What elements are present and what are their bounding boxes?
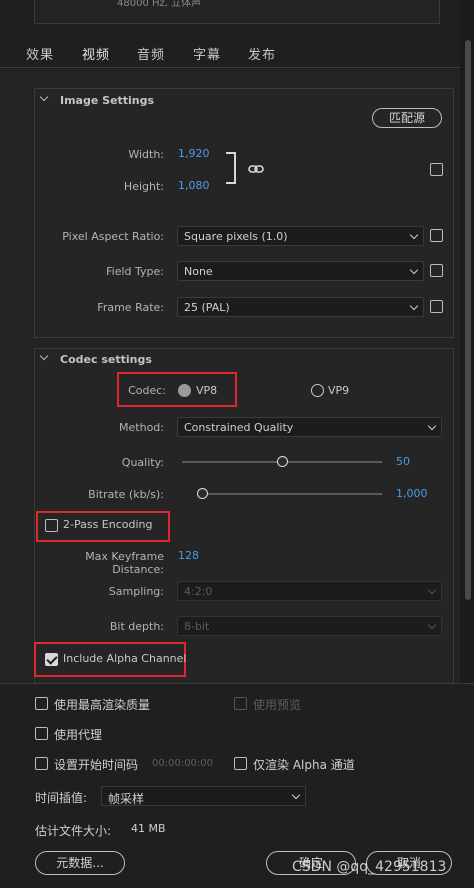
- tab-audio[interactable]: 音频: [137, 44, 165, 63]
- include-alpha-label[interactable]: Include Alpha Channel: [63, 652, 186, 665]
- bitrate-label: Bitrate (kb/s):: [88, 488, 164, 501]
- codec-vp8-label[interactable]: VP8: [196, 384, 217, 397]
- max-render-quality-checkbox[interactable]: [35, 697, 48, 710]
- tab-bar: 效果 视频 音频 字幕 发布: [0, 38, 460, 72]
- frame-rate-label: Frame Rate:: [97, 301, 164, 314]
- field-type-dropdown[interactable]: None: [177, 261, 424, 281]
- codec-settings-title: Codec settings: [60, 353, 152, 366]
- par-label: Pixel Aspect Ratio:: [62, 230, 164, 243]
- field-type-label: Field Type:: [106, 265, 164, 278]
- quality-value[interactable]: 50: [396, 455, 410, 468]
- use-proxy-label[interactable]: 使用代理: [54, 726, 102, 743]
- bit-depth-dropdown: 8-bit: [177, 616, 442, 636]
- include-alpha-checkbox[interactable]: [45, 653, 58, 666]
- max-keyframe-value[interactable]: 128: [178, 549, 199, 562]
- metadata-button[interactable]: 元数据...: [35, 851, 125, 875]
- field-type-override-checkbox[interactable]: [430, 264, 443, 277]
- height-value[interactable]: 1,080: [178, 179, 210, 192]
- time-interpolation-dropdown[interactable]: 帧采样: [101, 786, 306, 806]
- use-preview-label: 使用预览: [253, 698, 302, 712]
- chevron-down-icon: [427, 585, 437, 595]
- par-value: Square pixels (1.0): [184, 230, 288, 243]
- frame-rate-value: 25 (PAL): [184, 301, 230, 314]
- tab-video[interactable]: 视频: [79, 44, 113, 72]
- chevron-down-icon: [291, 790, 301, 800]
- use-preview-checkbox: [234, 697, 247, 710]
- estimated-size-value: 41 MB: [131, 822, 166, 835]
- codec-label: Codec:: [128, 384, 166, 397]
- bitrate-slider-track[interactable]: [197, 493, 382, 495]
- bit-depth-value: 8-bit: [184, 620, 210, 633]
- scrollbar-thumb[interactable]: [465, 40, 471, 600]
- sampling-value: 4:2:0: [184, 585, 213, 598]
- par-override-checkbox[interactable]: [430, 229, 443, 242]
- chevron-down-icon: [427, 421, 437, 431]
- tab-publish[interactable]: 发布: [248, 44, 276, 63]
- audio-summary-text: 48000 Hz, 立体声: [117, 0, 202, 9]
- width-label: Width:: [128, 148, 164, 161]
- match-source-button[interactable]: 匹配源: [372, 108, 442, 128]
- chevron-down-icon: [409, 301, 419, 311]
- image-settings-title: Image Settings: [60, 94, 155, 107]
- field-type-value: None: [184, 265, 213, 278]
- quality-slider-thumb[interactable]: [277, 456, 288, 467]
- audio-summary-panel: 48000 Hz, 立体声: [34, 0, 440, 24]
- bitrate-slider-thumb[interactable]: [197, 488, 208, 499]
- start-timecode-value: 00:00:00:00: [152, 758, 214, 769]
- par-dropdown[interactable]: Square pixels (1.0): [177, 226, 424, 246]
- sampling-label: Sampling:: [108, 585, 164, 598]
- chevron-down-icon: [409, 265, 419, 275]
- set-start-timecode-checkbox[interactable]: [35, 757, 48, 770]
- max-render-quality-label[interactable]: 使用最高渲染质量: [54, 696, 150, 713]
- codec-vp9-radio[interactable]: [311, 384, 324, 397]
- time-interpolation-label: 时间插值:: [35, 791, 88, 805]
- two-pass-checkbox[interactable]: [45, 519, 58, 532]
- render-alpha-only-label[interactable]: 仅渲染 Alpha 通道: [253, 756, 355, 773]
- method-value: Constrained Quality: [184, 421, 294, 434]
- bit-depth-label: Bit depth:: [109, 620, 164, 633]
- watermark: CSDN @qq_42951813: [292, 859, 447, 875]
- frame-rate-override-checkbox[interactable]: [430, 300, 443, 313]
- codec-vp8-radio[interactable]: [178, 384, 191, 397]
- method-label: Method:: [119, 421, 164, 434]
- codec-vp9-label[interactable]: VP9: [328, 384, 349, 397]
- method-dropdown[interactable]: Constrained Quality: [177, 417, 442, 437]
- max-keyframe-label: Max Keyframe Distance:: [85, 550, 164, 576]
- sampling-dropdown: 4:2:0: [177, 581, 442, 601]
- estimated-size-label: 估计文件大小:: [35, 824, 112, 838]
- frame-rate-dropdown[interactable]: 25 (PAL): [177, 297, 424, 317]
- chevron-down-icon: [427, 620, 437, 630]
- use-proxy-checkbox[interactable]: [35, 727, 48, 740]
- tab-effects[interactable]: 效果: [26, 44, 54, 63]
- set-start-timecode-label[interactable]: 设置开始时间码: [54, 756, 138, 773]
- quality-label: Quality:: [121, 456, 164, 469]
- time-interpolation-value: 帧采样: [108, 792, 145, 806]
- bitrate-value[interactable]: 1,000: [396, 487, 428, 500]
- height-label: Height:: [123, 180, 164, 193]
- dimension-link-bracket: [226, 152, 236, 184]
- width-value[interactable]: 1,920: [178, 147, 210, 160]
- chevron-down-icon: [409, 230, 419, 240]
- link-chain-icon[interactable]: [248, 162, 264, 176]
- render-alpha-only-checkbox[interactable]: [234, 757, 247, 770]
- two-pass-label[interactable]: 2-Pass Encoding: [63, 518, 153, 531]
- tab-captions[interactable]: 字幕: [193, 44, 221, 63]
- dimension-override-checkbox[interactable]: [430, 163, 443, 176]
